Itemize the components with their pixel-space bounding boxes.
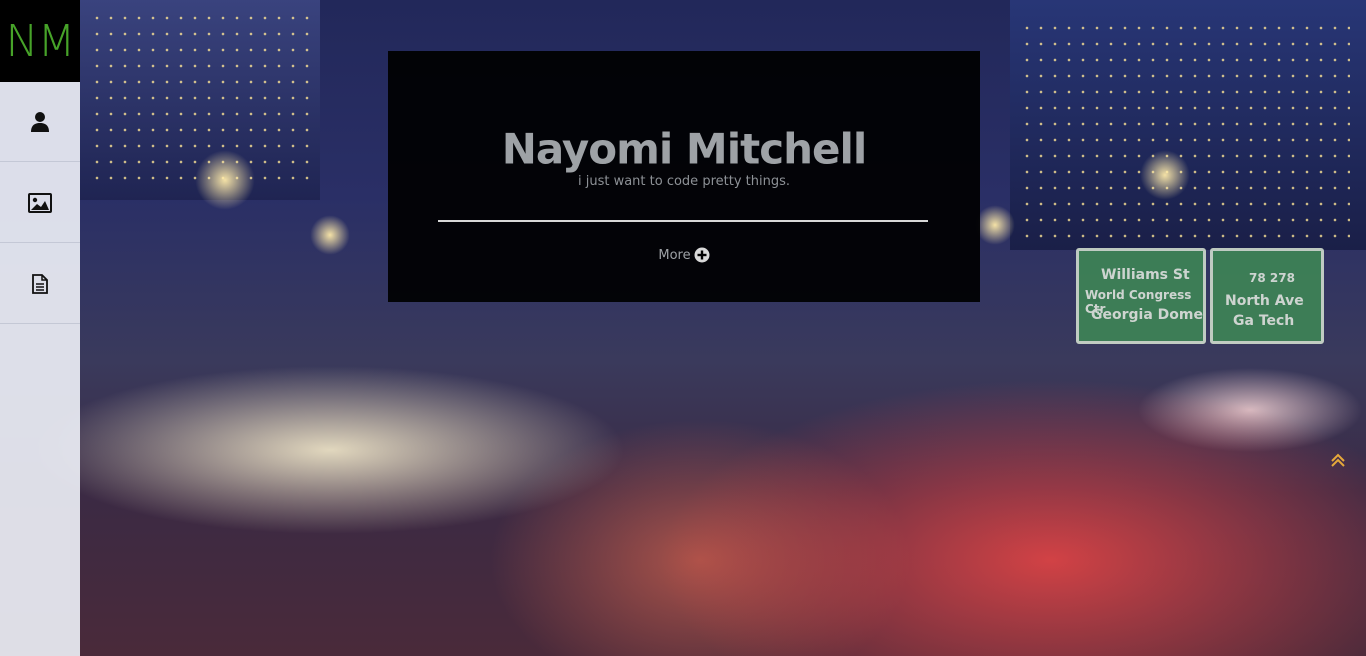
highway-sign-line: 78 278 <box>1249 271 1295 285</box>
highway-sign: 78 278 North Ave Ga Tech <box>1210 248 1324 344</box>
hero-name: Nayomi Mitchell <box>501 124 868 174</box>
more-button[interactable]: More <box>388 247 980 263</box>
sidebar-item-resume[interactable] <box>0 244 80 324</box>
more-label: More <box>658 247 691 263</box>
logo-text: NM <box>5 15 76 67</box>
highway-sign-line: Williams St <box>1101 267 1190 283</box>
sidebar: NM <box>0 0 80 656</box>
document-icon <box>32 273 48 294</box>
sidebar-item-gallery[interactable] <box>0 163 80 243</box>
street-light <box>1140 150 1190 200</box>
highway-sign-line: North Ave <box>1225 293 1304 309</box>
logo[interactable]: NM <box>0 0 80 82</box>
highway-sign: Williams St World Congress Ctr Georgia D… <box>1076 248 1206 344</box>
building-windows <box>1020 20 1350 240</box>
sidebar-item-about[interactable] <box>0 82 80 162</box>
plus-circle-icon <box>694 247 710 263</box>
street-light <box>975 205 1015 245</box>
highway-sign-line: Ga Tech <box>1233 313 1295 329</box>
street-light <box>195 150 255 210</box>
hero-card: Nayomi Mitchell i just want to code pret… <box>388 51 980 302</box>
scroll-up-icon[interactable] <box>1330 452 1346 468</box>
highway-sign-line: Georgia Dome <box>1091 307 1203 323</box>
hero-tagline: i just want to code pretty things. <box>577 174 790 189</box>
street-light <box>310 215 350 255</box>
user-icon <box>31 111 49 132</box>
image-icon <box>28 192 52 213</box>
hero-divider <box>438 220 928 222</box>
